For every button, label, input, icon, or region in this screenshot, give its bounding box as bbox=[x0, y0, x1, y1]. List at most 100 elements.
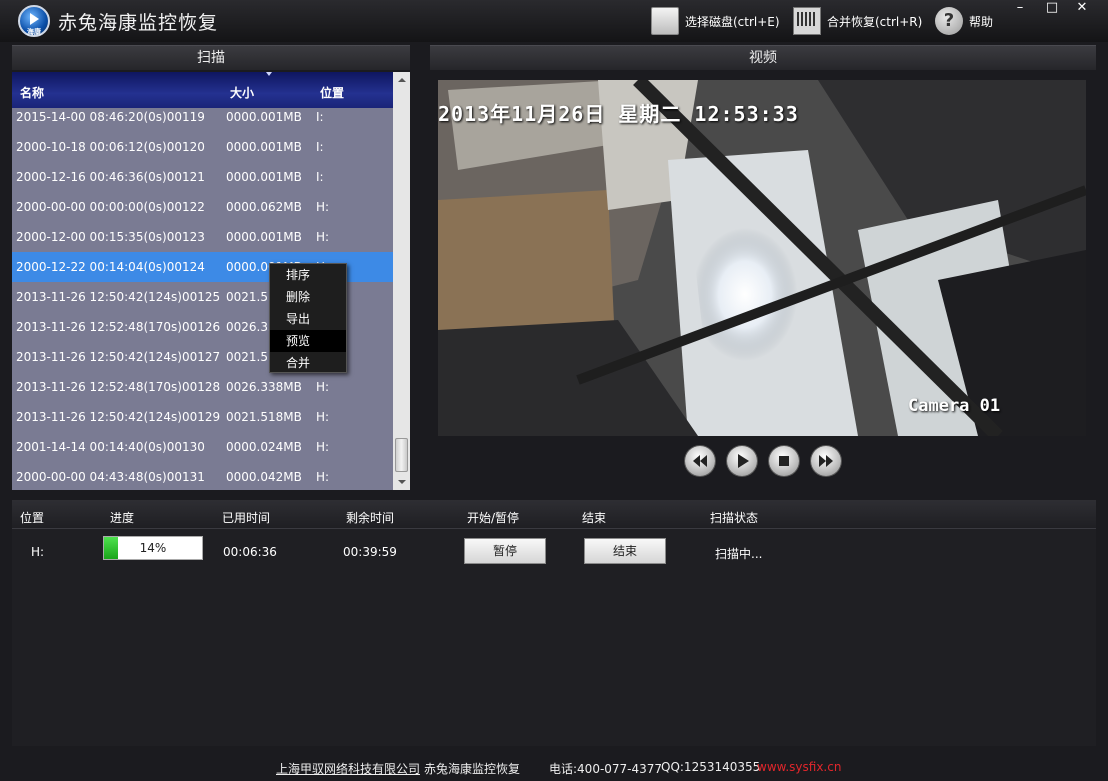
arrow-down-icon bbox=[398, 480, 406, 484]
help-icon: ? bbox=[935, 7, 963, 35]
status-table-header: 位置 进度 已用时间 剩余时间 开始/暂停 结束 扫描状态 bbox=[12, 500, 1096, 529]
merge-restore-button[interactable]: 合并恢复(ctrl+R) bbox=[793, 4, 922, 38]
col-location-header[interactable]: 位置 bbox=[320, 84, 344, 101]
file-name: 2013-11-26 12:50:42(124s)00129 bbox=[16, 410, 221, 424]
file-location: I: bbox=[316, 170, 324, 184]
logo-text: 海康 bbox=[27, 28, 41, 36]
app-logo-icon: 海康 bbox=[18, 5, 50, 37]
context-menu: 排序 删除 导出 预览 合并 bbox=[269, 263, 347, 373]
header-scan-status: 扫描状态 bbox=[710, 511, 759, 525]
select-disk-button[interactable]: 选择磁盘(ctrl+E) bbox=[651, 4, 780, 38]
logo-play-shape bbox=[30, 13, 39, 25]
list-item[interactable]: 2013-11-26 12:50:42(124s)00129 0021.518MB… bbox=[12, 402, 393, 432]
select-disk-label: 选择磁盘(ctrl+E) bbox=[685, 14, 780, 29]
header-progress: 进度 bbox=[110, 511, 135, 525]
context-menu-item[interactable]: 排序 bbox=[270, 264, 346, 286]
file-location: H: bbox=[316, 230, 330, 244]
list-item[interactable]: 2001-14-14 00:14:40(0s)00130 0000.024MB H: bbox=[12, 432, 393, 462]
footer: 上海甲驭网络科技有限公司 赤兔海康监控恢复 电话:400-077-4377 QQ… bbox=[0, 757, 1108, 779]
file-size: 0000.042MB bbox=[226, 470, 302, 484]
context-menu-item[interactable]: 合并 bbox=[270, 352, 346, 374]
file-location: H: bbox=[316, 410, 330, 424]
disk-icon bbox=[651, 7, 679, 35]
maximize-button[interactable]: □ bbox=[1040, 0, 1064, 18]
context-menu-item[interactable]: 删除 bbox=[270, 286, 346, 308]
title-bar: 海康 赤兔海康监控恢复 选择磁盘(ctrl+E) 合并恢复(ctrl+R) ? … bbox=[0, 0, 1108, 42]
scan-panel-title: 扫描 bbox=[12, 45, 410, 70]
end-button[interactable]: 结束 bbox=[584, 538, 666, 564]
scroll-down-button[interactable] bbox=[393, 474, 410, 490]
file-name: 2000-00-00 00:00:00(0s)00122 bbox=[16, 200, 205, 214]
pause-button[interactable]: 暂停 bbox=[464, 538, 546, 564]
col-name-header[interactable]: 名称 bbox=[20, 84, 44, 101]
video-scene-image bbox=[438, 80, 1086, 436]
file-location: H: bbox=[316, 380, 330, 394]
list-header: 名称 大小 位置 bbox=[12, 72, 393, 108]
list-item[interactable]: 2000-12-16 00:46:36(0s)00121 0000.001MB I: bbox=[12, 162, 393, 192]
header-end: 结束 bbox=[582, 511, 607, 525]
osd-camera-label: Camera 01 bbox=[908, 396, 1001, 416]
remaining-time: 00:39:59 bbox=[343, 545, 397, 559]
file-size: 0021.518MB bbox=[226, 410, 302, 424]
progress-label: 14% bbox=[139, 541, 167, 555]
file-location: H: bbox=[316, 440, 330, 454]
list-item[interactable]: 2015-14-00 08:46:20(0s)00119 0000.001MB I: bbox=[12, 108, 393, 132]
stop-icon bbox=[779, 456, 789, 466]
footer-company-link[interactable]: 上海甲驭网络科技有限公司 bbox=[276, 760, 420, 777]
file-size: 0000.001MB bbox=[226, 170, 302, 184]
play-icon bbox=[738, 454, 749, 468]
video-panel-title: 视频 bbox=[430, 45, 1096, 70]
file-size: 0000.001MB bbox=[226, 110, 302, 124]
file-name: 2000-10-18 00:06:12(0s)00120 bbox=[16, 140, 205, 154]
header-elapsed: 已用时间 bbox=[222, 511, 271, 525]
file-size: 0000.024MB bbox=[226, 440, 302, 454]
scroll-thumb[interactable] bbox=[395, 438, 408, 472]
file-name: 2013-11-26 12:50:42(124s)00127 bbox=[16, 350, 221, 364]
scroll-up-button[interactable] bbox=[393, 72, 410, 88]
footer-phone: 电话:400-077-4377 bbox=[549, 762, 663, 776]
col-size-header[interactable]: 大小 bbox=[230, 84, 254, 101]
stop-button[interactable] bbox=[769, 446, 799, 476]
footer-qq: QQ:1253140355 bbox=[661, 760, 761, 774]
file-name: 2000-12-22 00:14:04(0s)00124 bbox=[16, 260, 205, 274]
rewind-icon bbox=[693, 455, 707, 467]
scan-list[interactable]: 名称 大小 位置 2015-14-00 08:46:20(0s)00119 000… bbox=[12, 72, 410, 490]
rewind-button[interactable] bbox=[685, 446, 715, 476]
help-button[interactable]: ? 帮助 bbox=[935, 4, 993, 38]
file-name: 2013-11-26 12:50:42(124s)00125 bbox=[16, 290, 221, 304]
app-title: 赤兔海康监控恢复 bbox=[58, 12, 219, 34]
elapsed-time: 00:06:36 bbox=[223, 545, 277, 559]
file-name: 2001-14-14 00:14:40(0s)00130 bbox=[16, 440, 205, 454]
fast-forward-button[interactable] bbox=[811, 446, 841, 476]
merge-restore-label: 合并恢复(ctrl+R) bbox=[827, 14, 923, 29]
context-menu-item[interactable]: 预览 bbox=[270, 330, 346, 352]
file-name: 2013-11-26 12:52:48(170s)00126 bbox=[16, 320, 221, 334]
file-location: I: bbox=[316, 140, 324, 154]
list-item[interactable]: 2000-10-18 00:06:12(0s)00120 0000.001MB I: bbox=[12, 132, 393, 162]
play-button[interactable] bbox=[727, 446, 757, 476]
header-start-pause: 开始/暂停 bbox=[467, 511, 520, 525]
list-item[interactable]: 2000-12-00 00:15:35(0s)00123 0000.001MB H: bbox=[12, 222, 393, 252]
file-name: 2015-14-00 08:46:20(0s)00119 bbox=[16, 110, 205, 124]
fast-forward-icon bbox=[819, 455, 833, 467]
video-preview[interactable]: 2013年11月26日 星期二 12:53:33 Camera 01 bbox=[438, 80, 1086, 436]
context-menu-item[interactable]: 导出 bbox=[270, 308, 346, 330]
close-button[interactable]: ✕ bbox=[1070, 0, 1094, 18]
osd-datetime: 2013年11月26日 星期二 12:53:33 bbox=[438, 102, 799, 126]
file-size: 0026.338MB bbox=[226, 380, 302, 394]
file-location: H: bbox=[316, 200, 330, 214]
file-name: 2013-11-26 12:52:48(170s)00128 bbox=[16, 380, 221, 394]
status-table: 位置 进度 已用时间 剩余时间 开始/暂停 结束 扫描状态 H: 14% 00:… bbox=[12, 500, 1096, 746]
list-item[interactable]: 2013-11-26 12:52:48(170s)00128 0026.338MB… bbox=[12, 372, 393, 402]
footer-website-link[interactable]: www.sysfix.cn bbox=[757, 760, 841, 774]
file-name: 2000-12-00 00:15:35(0s)00123 bbox=[16, 230, 205, 244]
file-name: 2000-00-00 04:43:48(0s)00131 bbox=[16, 470, 205, 484]
footer-product: 赤兔海康监控恢复 bbox=[424, 762, 521, 776]
file-size: 0000.062MB bbox=[226, 200, 302, 214]
list-item[interactable]: 2000-00-00 04:43:48(0s)00131 0000.042MB H: bbox=[12, 462, 393, 490]
scan-status: 扫描中... bbox=[715, 547, 763, 561]
file-size: 0000.001MB bbox=[226, 140, 302, 154]
minimize-button[interactable]: – bbox=[1008, 0, 1032, 18]
list-item[interactable]: 2000-00-00 00:00:00(0s)00122 0000.062MB H: bbox=[12, 192, 393, 222]
scrollbar[interactable] bbox=[393, 72, 410, 490]
